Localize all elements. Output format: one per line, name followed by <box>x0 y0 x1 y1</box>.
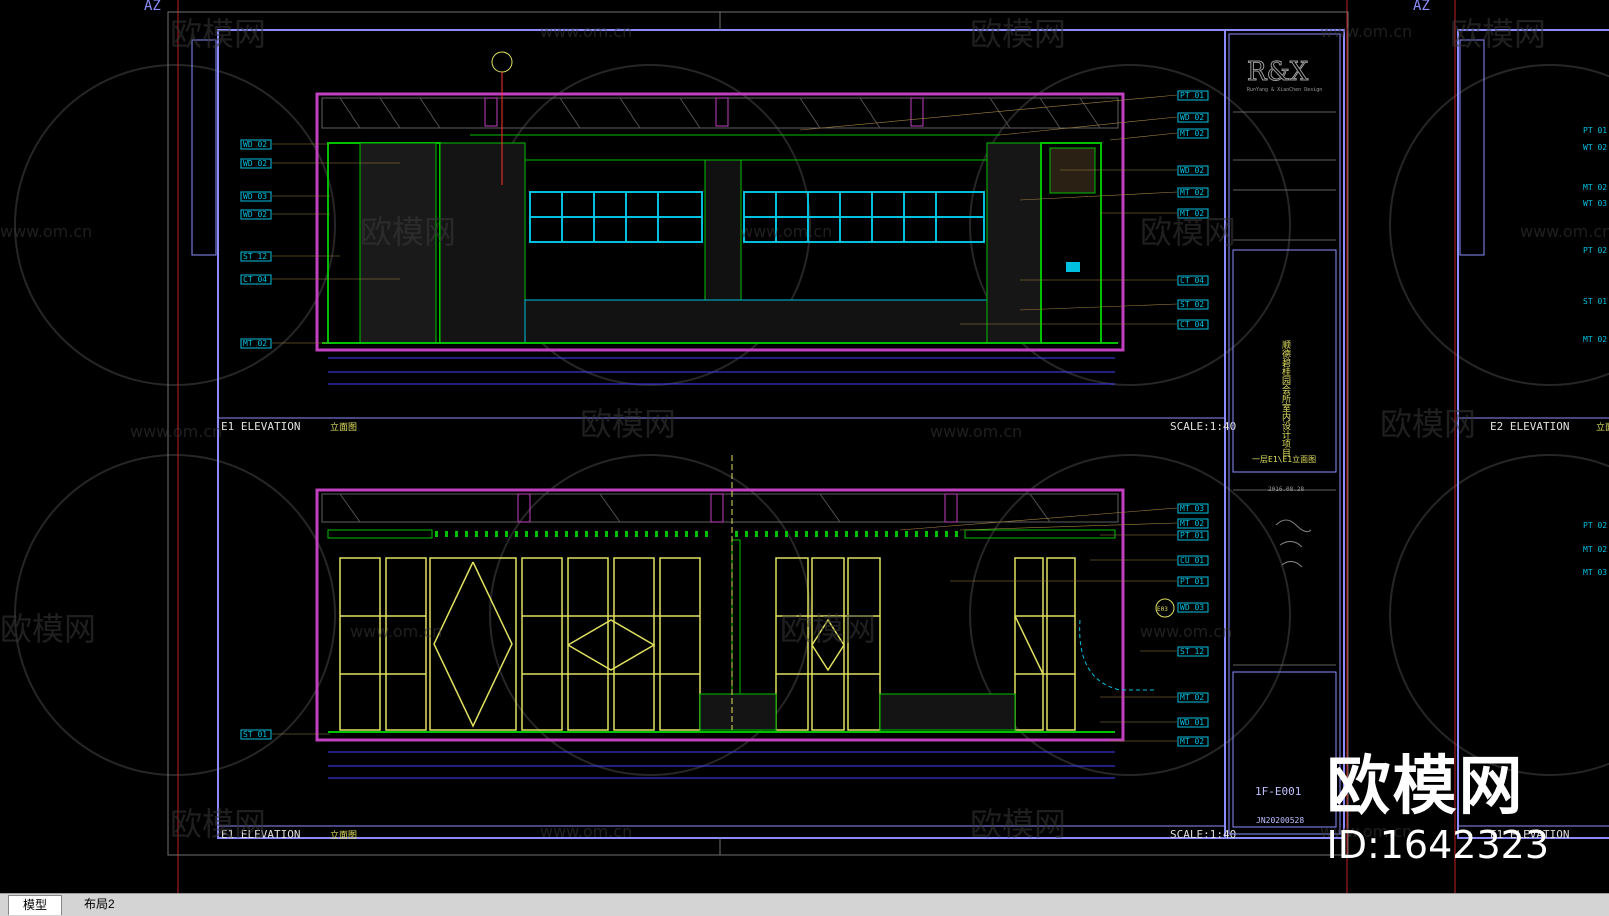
material-tag: ST 01 <box>243 730 267 739</box>
elevation-label: E1 ELEVATION <box>221 420 300 433</box>
material-tag: WD 03 <box>1180 603 1204 612</box>
material-tag: WD 02 <box>243 140 267 149</box>
material-tag: ST 02 <box>1180 300 1204 309</box>
material-tag: PT 01 <box>1180 577 1204 586</box>
project-name: 顺德碧桂园会所室内设计项目 <box>1280 340 1291 457</box>
tab-model[interactable]: 模型 <box>8 895 63 915</box>
elevation-subtitle: 立面图 <box>330 829 357 841</box>
watermark-text: 欧模网 <box>780 610 876 648</box>
watermark-url-text: www.om.cn <box>930 422 1022 441</box>
elevation-subtitle: 立面 <box>1596 421 1609 433</box>
material-tag: WT 03 <box>1583 199 1607 208</box>
material-tag: MT 02 <box>1180 519 1204 528</box>
watermark-url-text: www.om.cn <box>0 222 92 241</box>
elevation-top-title: E1 ELEVATION SCALE:1:40 <box>221 420 1236 433</box>
logo: R&X <box>1247 57 1309 87</box>
material-tag: MT 02 <box>1583 335 1607 344</box>
corner-label: AZ <box>1413 0 1430 14</box>
watermark-text: 欧模网 <box>1380 405 1476 443</box>
watermark-text: 欧模网 <box>1450 15 1546 53</box>
material-tag: PT 02 <box>1583 246 1607 255</box>
red-guides <box>177 0 1456 893</box>
far-right-tags: PT 01 WT 02 MT 02 WT 03 PT 02 ST 01 MT 02 PT… <box>1583 126 1607 577</box>
watermark-text: 欧模网 <box>1140 213 1236 251</box>
corner-label: AZ <box>144 0 161 14</box>
elevation-bottom <box>315 455 1155 779</box>
watermark-url-text: www.om.cn <box>1140 622 1232 641</box>
sheet-name: 一层E1\E1立面图 <box>1252 454 1316 464</box>
material-tag: MT 02 <box>1583 183 1607 192</box>
material-tag: WD 01 <box>1180 718 1204 727</box>
watermark-url-text: www.om.cn <box>130 422 222 441</box>
material-tag: ST 12 <box>243 252 267 261</box>
material-tag: PT 01 <box>1583 126 1607 135</box>
material-tag: MT 02 <box>1180 188 1204 197</box>
material-tag: PT 01 <box>1180 91 1204 100</box>
logo-subtitle: RunYang & XiaoChen Design <box>1247 87 1322 93</box>
elevation-bottom-title: E1 ELEVATION SCALE:1:40 <box>221 828 1236 841</box>
material-tag: WD 03 <box>243 192 267 201</box>
material-tag: MT 02 <box>243 339 267 348</box>
watermark-text: 欧模网 <box>170 15 266 53</box>
watermark-text: 欧模网 <box>360 213 456 251</box>
material-tag: MT 02 <box>1583 545 1607 554</box>
watermark-text: 欧模网 <box>580 405 676 443</box>
layout-tab-bar: 模型 布局2 <box>0 893 1609 916</box>
watermark-url-text: www.om.cn <box>1320 22 1412 41</box>
material-tag: WD 02 <box>243 159 267 168</box>
drawing-date: 2016.08.28 <box>1268 486 1305 493</box>
material-tag: WT 02 <box>1583 143 1607 152</box>
sheet-number: 1F-E001 <box>1255 785 1301 798</box>
material-tag: ST 12 <box>1180 647 1204 656</box>
watermark-url-text: www.om.cn <box>740 222 832 241</box>
watermark-url-text: www.om.cn <box>1520 222 1609 241</box>
material-tag: MT 03 <box>1583 568 1607 577</box>
watermark-url-text: www.om.cn <box>350 622 442 641</box>
material-tag: WD 02 <box>1180 113 1204 122</box>
title-block: R&X RunYang & XiaoChen Design 顺德碧桂园会所室内设… <box>1228 33 1341 835</box>
watermark-text: 欧模网 <box>0 610 96 648</box>
material-tag: CT 04 <box>1180 320 1204 329</box>
watermark-text: 欧模网 <box>170 805 266 843</box>
watermark-text: 欧模网 <box>970 15 1066 53</box>
material-tag: CT 04 <box>1180 276 1204 285</box>
watermark-text: 欧模网 <box>970 805 1066 843</box>
material-tag: MT 02 <box>1180 129 1204 138</box>
elevation-subtitle: 立面图 <box>330 421 357 433</box>
corner-brand: 欧模网 <box>1326 750 1525 825</box>
corner-watermark: 欧模网 ID:1642323 <box>1326 755 1549 867</box>
material-tag: CU 01 <box>1180 556 1204 565</box>
elevation-scale: SCALE:1:40 <box>1170 420 1236 433</box>
elevation-scale: SCALE:1:40 <box>1170 828 1236 841</box>
elevation-label: E2 ELEVATION <box>1490 420 1569 433</box>
section-marker: E03 <box>1157 606 1168 613</box>
tab-layout2[interactable]: 布局2 <box>70 895 129 914</box>
material-tag: WD 02 <box>1180 166 1204 175</box>
material-tag: CT 04 <box>243 275 267 284</box>
material-tag: MT 02 <box>1180 693 1204 702</box>
watermark-url-text: www.om.cn <box>540 22 632 41</box>
material-tag: MT 03 <box>1180 504 1204 513</box>
job-number: JN20200528 <box>1256 816 1304 825</box>
material-tag: MT 02 <box>1180 737 1204 746</box>
material-tag: PT 02 <box>1583 521 1607 530</box>
material-tag: ST 01 <box>1583 297 1607 306</box>
material-tag: PT 01 <box>1180 531 1204 540</box>
watermark-url-text: www.om.cn <box>540 822 632 841</box>
corner-id: ID:1642323 <box>1326 823 1549 868</box>
material-tag: WD 02 <box>243 210 267 219</box>
